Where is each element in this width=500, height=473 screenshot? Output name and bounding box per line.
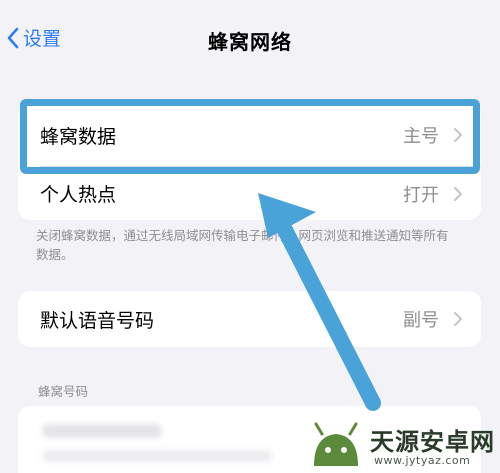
voice-settings-group: 默认语音号码 副号 bbox=[18, 291, 481, 347]
watermark-name: 天源安卓网 bbox=[370, 428, 495, 456]
page-title: 蜂窝网络 bbox=[208, 30, 292, 54]
default-voice-number-label: 默认语音号码 bbox=[40, 309, 155, 332]
site-watermark: 天源安卓网 www.jytyaz.com bbox=[308, 418, 500, 473]
personal-hotspot-value: 打开 bbox=[403, 184, 439, 206]
navigation-bar: 设置 蜂窝网络 bbox=[0, 0, 500, 78]
blurred-text bbox=[42, 450, 272, 462]
android-logo-icon bbox=[314, 422, 358, 466]
default-voice-number-row[interactable]: 默认语音号码 副号 bbox=[18, 291, 481, 347]
cellular-data-value: 主号 bbox=[403, 126, 439, 147]
chevron-right-icon bbox=[454, 128, 462, 142]
watermark-url: www.jytyaz.com bbox=[374, 454, 471, 467]
default-voice-number-value: 副号 bbox=[403, 310, 439, 331]
personal-hotspot-row[interactable]: 个人热点 打开 bbox=[18, 167, 481, 220]
cellular-data-footer-note: 关闭蜂窝数据，通过无线局域网传输电子邮件、网页浏览和推送通知等所有数据。 bbox=[36, 228, 449, 262]
cellular-settings-group: 蜂窝数据 主号 个人热点 打开 bbox=[18, 104, 481, 220]
section-header-cellular-numbers: 蜂窝号码 bbox=[38, 384, 89, 399]
cellular-data-row[interactable]: 蜂窝数据 主号 bbox=[18, 104, 481, 166]
blurred-text bbox=[42, 424, 162, 438]
chevron-right-icon bbox=[454, 312, 462, 326]
chevron-right-icon bbox=[454, 186, 462, 201]
cellular-data-label: 蜂窝数据 bbox=[40, 125, 117, 148]
personal-hotspot-label: 个人热点 bbox=[40, 184, 117, 206]
